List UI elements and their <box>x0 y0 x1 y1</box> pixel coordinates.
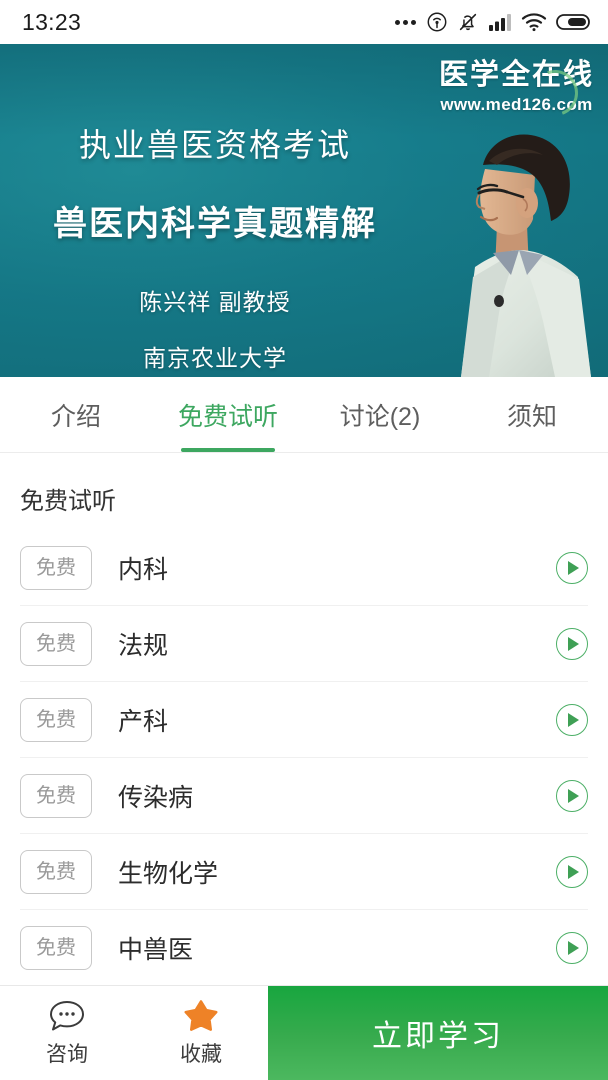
tab-notice[interactable]: 须知 <box>456 377 608 452</box>
play-icon[interactable] <box>556 779 588 812</box>
consult-label: 咨询 <box>46 1042 88 1066</box>
app-screen: 13:23 医学全在线 www.med126.com 执业兽医资格考试 兽医内科… <box>0 0 608 1080</box>
free-badge: 免费 <box>20 545 92 590</box>
banner-institution: 南京农业大学 <box>143 345 287 371</box>
start-learning-button[interactable]: 立即学习 <box>268 986 608 1080</box>
free-badge: 免费 <box>20 621 92 666</box>
lesson-title: 内科 <box>118 555 169 584</box>
cast-icon <box>427 12 447 32</box>
list-item[interactable]: 免费 产科 <box>20 682 588 758</box>
section-title: 免费试听 <box>20 488 116 515</box>
battery-icon <box>556 14 590 30</box>
consult-button[interactable]: 咨询 <box>0 986 134 1080</box>
lesson-title: 产科 <box>118 707 169 736</box>
status-bar: 13:23 <box>0 0 608 44</box>
bell-muted-icon <box>459 13 477 31</box>
star-icon <box>184 999 218 1031</box>
play-icon[interactable] <box>556 855 588 888</box>
play-icon[interactable] <box>556 627 588 660</box>
lesson-list: 免费 内科 免费 法规 免费 产科 免费 传染病 免费 生物化学 免费 中兽医 <box>0 530 608 986</box>
list-item[interactable]: 免费 法规 <box>20 606 588 682</box>
free-badge: 免费 <box>20 849 92 894</box>
status-icon-group <box>395 11 590 33</box>
tab-free-trial-label: 免费试听 <box>177 402 278 431</box>
wifi-icon <box>521 13 547 32</box>
banner-text-block: 执业兽医资格考试 兽医内科学真题精解 陈兴祥 副教授 南京农业大学 <box>0 120 430 373</box>
bottom-action-bar: 咨询 收藏 立即学习 <box>0 985 608 1080</box>
chat-bubble-icon <box>50 1000 84 1030</box>
list-item[interactable]: 免费 生物化学 <box>20 834 588 910</box>
free-badge: 免费 <box>20 697 92 742</box>
banner-lecturer: 陈兴祥 副教授 <box>139 289 291 315</box>
lesson-title: 传染病 <box>118 783 194 812</box>
course-banner[interactable]: 医学全在线 www.med126.com 执业兽医资格考试 兽医内科学真题精解 … <box>0 44 608 377</box>
tab-intro[interactable]: 介绍 <box>0 377 152 452</box>
lesson-title: 生物化学 <box>118 859 219 888</box>
play-icon[interactable] <box>556 551 588 584</box>
tab-bar: 介绍 免费试听 讨论(2) 须知 <box>0 377 608 453</box>
more-dots-icon <box>395 19 416 25</box>
play-icon[interactable] <box>556 703 588 736</box>
list-item[interactable]: 免费 内科 <box>20 530 588 606</box>
signal-icon <box>489 14 511 31</box>
tab-discussion-label: 讨论(2) <box>339 402 421 431</box>
banner-course-title: 兽医内科学真题精解 <box>53 205 377 243</box>
lesson-title: 中兽医 <box>118 936 194 964</box>
play-icon[interactable] <box>556 932 588 964</box>
site-watermark: 医学全在线 www.med126.com <box>439 59 594 124</box>
list-item[interactable]: 免费 传染病 <box>20 758 588 834</box>
free-badge: 免费 <box>20 773 92 818</box>
tab-notice-label: 须知 <box>506 402 557 431</box>
list-item[interactable]: 免费 中兽医 <box>20 910 588 986</box>
tab-free-trial[interactable]: 免费试听 <box>152 377 304 452</box>
tab-underline-active <box>181 448 275 452</box>
favorite-label: 收藏 <box>180 1042 222 1066</box>
tab-intro-label: 介绍 <box>50 402 101 431</box>
start-learning-label: 立即学习 <box>372 1020 504 1053</box>
lecturer-photo <box>461 134 591 377</box>
lesson-title: 法规 <box>118 631 169 660</box>
free-badge: 免费 <box>20 926 92 970</box>
status-time: 13:23 <box>22 8 82 35</box>
favorite-button[interactable]: 收藏 <box>134 986 268 1080</box>
banner-exam-title: 执业兽医资格考试 <box>78 127 351 163</box>
tab-discussion[interactable]: 讨论(2) <box>304 377 456 452</box>
